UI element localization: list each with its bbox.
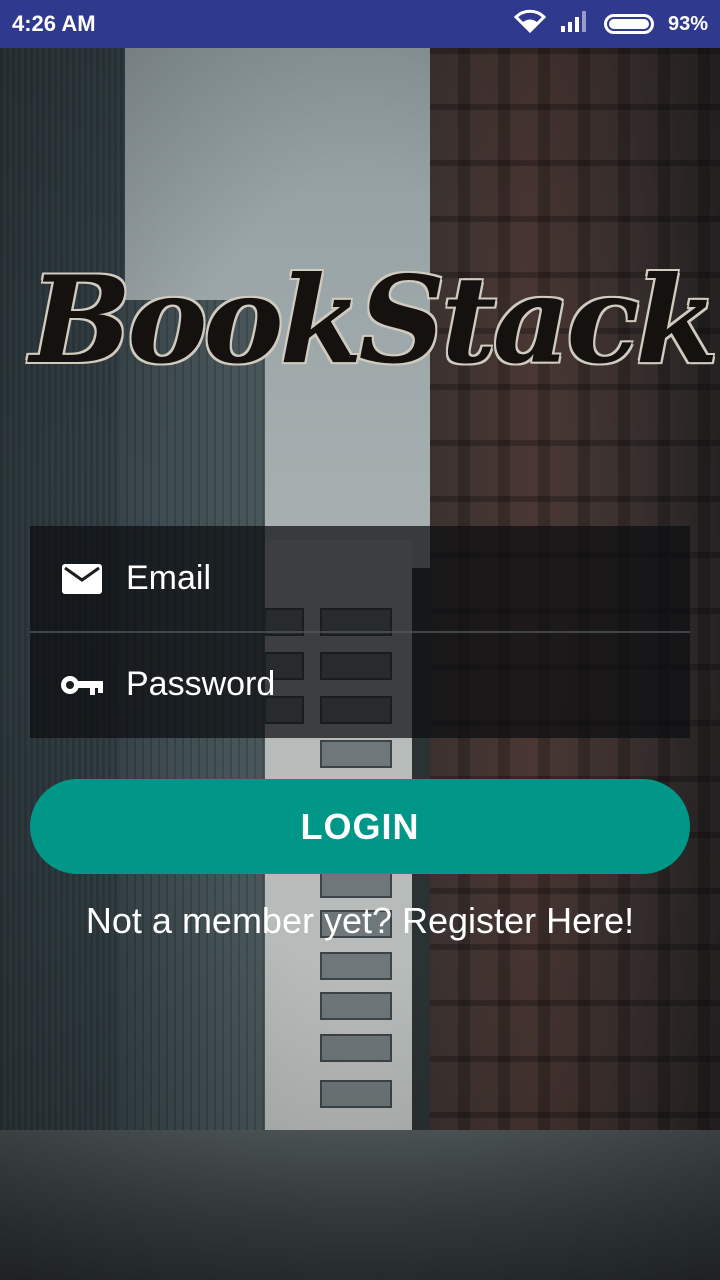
password-field[interactable]: [30, 631, 690, 736]
email-input[interactable]: [124, 558, 648, 599]
app-logo: BookStack: [30, 250, 719, 400]
login-button[interactable]: LOGIN: [30, 779, 690, 874]
status-bar: 4:26 AM 93%: [0, 0, 720, 48]
email-field[interactable]: [30, 526, 690, 631]
wifi-icon: [513, 9, 547, 39]
battery-percent: 93%: [667, 12, 708, 35]
status-time: 4:26 AM: [12, 11, 96, 36]
password-input[interactable]: [124, 664, 648, 705]
logo-text: BookStack: [30, 250, 719, 391]
login-form: [30, 526, 690, 738]
key-icon: [60, 669, 104, 701]
email-icon: [60, 563, 104, 595]
signal-icon: [560, 10, 590, 38]
register-link[interactable]: Not a member yet? Register Here!: [0, 900, 720, 942]
battery-icon: [603, 14, 654, 34]
